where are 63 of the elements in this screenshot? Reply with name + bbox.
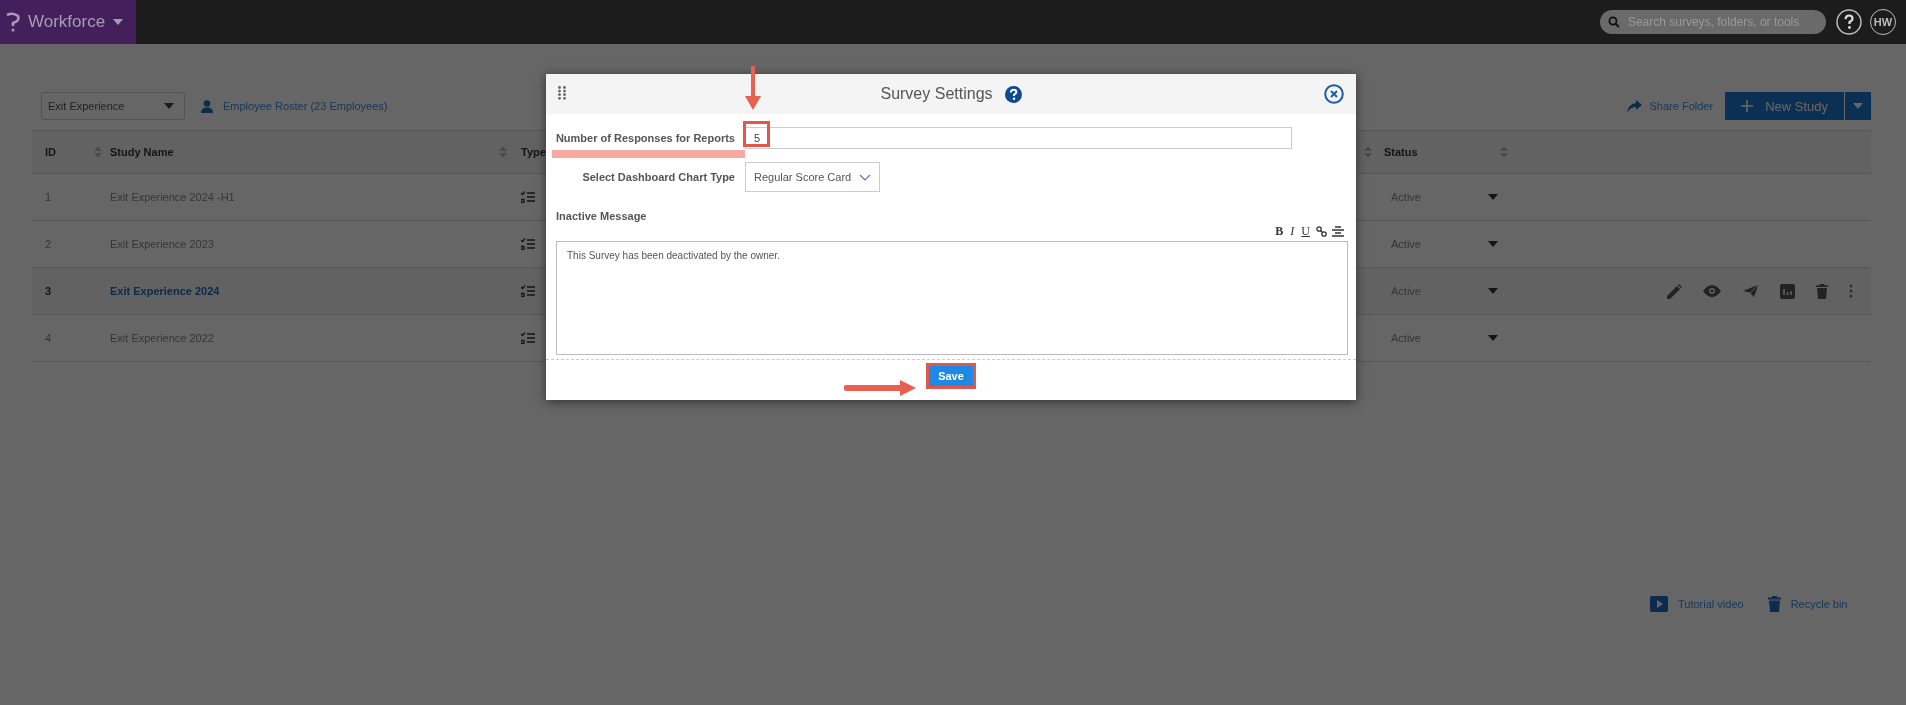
column-header: Study Name [110,146,174,158]
field-label: Select Dashboard Chart Type [581,171,735,183]
checklist-icon [521,238,535,250]
share-icon [1626,99,1642,113]
help-icon[interactable] [1836,9,1862,35]
sort-icon[interactable] [1364,146,1372,158]
dialog-title: Survey Settings [880,85,993,103]
chart-icon[interactable] [1780,283,1795,299]
bold-button[interactable]: B [1274,224,1285,239]
logo [6,12,20,32]
tutorial-link[interactable]: Tutorial video [1678,598,1744,610]
align-center-icon[interactable] [1332,226,1344,237]
checklist-icon [521,285,535,297]
trash-icon [1767,596,1781,612]
checklist-icon [521,332,535,344]
help-icon[interactable] [1004,85,1022,103]
caret-icon [1488,288,1498,294]
message-textarea[interactable]: This Survey has been deactivated by the owner. [556,241,1348,355]
annotation-arrow [844,380,916,396]
status-dropdown-caret[interactable] [1488,335,1498,341]
caret-icon [1853,103,1863,109]
plus-icon [1741,100,1754,112]
column-header: Status [1384,146,1418,158]
column-header: Type [521,146,546,158]
field-label: Inactive Message [556,210,648,222]
share-folder-link[interactable]: Share Folder [1649,100,1714,112]
new-study-button[interactable]: New Study [1725,92,1844,120]
chart-type-dropdown[interactable]: Regular Score Card [745,162,880,192]
folder-dropdown[interactable]: Exit Experience [41,92,185,120]
more-icon[interactable] [1849,284,1853,298]
caret-icon [113,19,124,25]
send-icon[interactable] [1742,284,1759,298]
checklist-icon [521,191,535,203]
new-study-menu-button[interactable] [1845,92,1871,120]
save-button[interactable]: Save [929,366,973,386]
annotation-box [743,121,770,147]
caret-icon [164,103,174,109]
app-switcher[interactable]: Workforce [0,0,136,44]
close-icon[interactable] [1324,84,1344,104]
trash-icon[interactable] [1816,283,1828,299]
person-icon [201,99,213,113]
caret-icon [1488,194,1498,200]
drag-handle-icon[interactable] [558,86,566,100]
link-icon[interactable] [1316,226,1327,237]
chevron-icon [859,173,871,181]
status-dropdown-caret[interactable] [1488,288,1498,294]
roster-link[interactable]: Employee Roster (23 Employees) [223,100,388,112]
annotation-arrow [745,66,761,110]
caret-icon [1488,335,1498,341]
underline-button[interactable]: U [1300,224,1311,239]
italic-button[interactable]: I [1289,224,1296,239]
caret-icon [1488,241,1498,247]
eye-icon[interactable] [1703,285,1721,297]
status-dropdown-caret[interactable] [1488,241,1498,247]
edit-icon[interactable] [1667,283,1682,299]
play-icon [1650,596,1668,612]
recycle-bin-link[interactable]: Recycle bin [1790,598,1848,610]
id-cell: 3 [45,285,52,297]
search-icon [1608,16,1620,28]
field-label: Number of Responses for Reports [554,132,735,144]
study-name-link[interactable]: Exit Experience 2024 [110,285,220,297]
status-dropdown-caret[interactable] [1488,194,1498,200]
column-header: ID [45,146,56,158]
